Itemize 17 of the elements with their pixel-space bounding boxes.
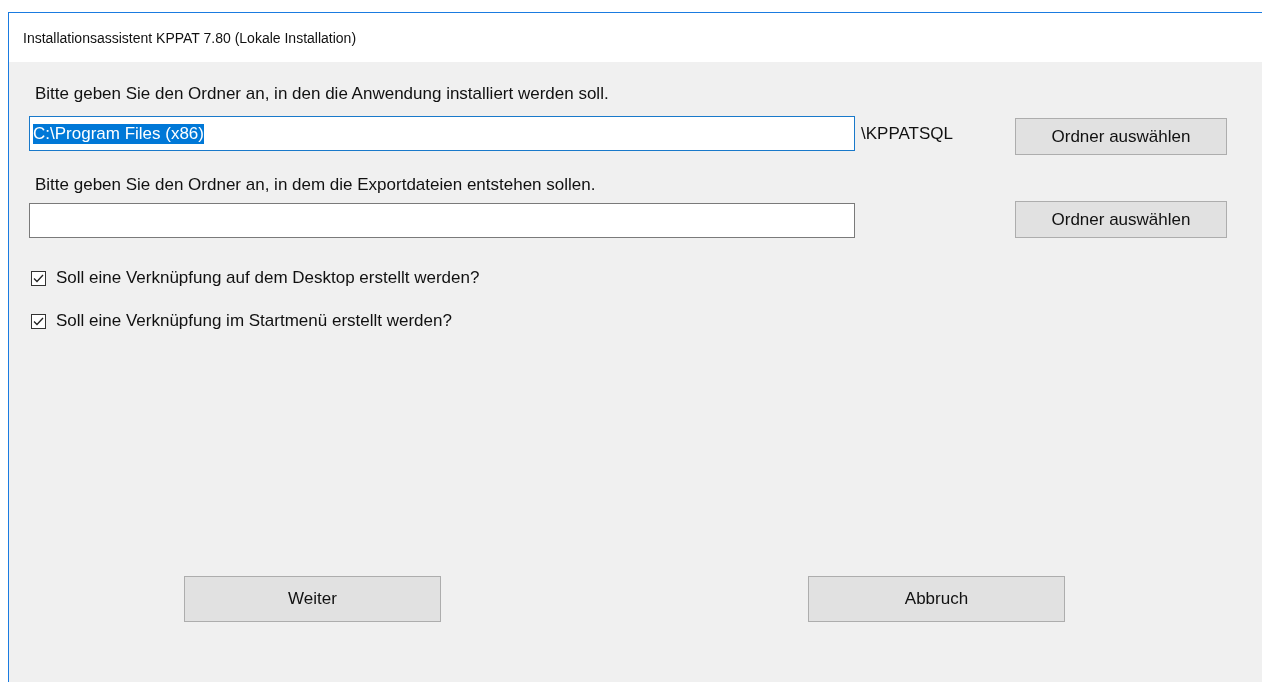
folder-suffix-text: \KPPATSQL — [860, 123, 954, 144]
cancel-button[interactable]: Abbruch — [808, 576, 1065, 622]
checkbox[interactable] — [31, 270, 46, 286]
checkmark-icon — [33, 273, 44, 283]
checkbox-label: Soll eine Verknüpfung auf dem Desktop erstellt werden? — [56, 268, 480, 288]
folder-input-field[interactable] — [29, 203, 855, 238]
instruction-text: Bitte geben Sie den Ordner an, in den die Anwendung installiert werden soll. — [35, 84, 610, 104]
checkmark-icon — [33, 316, 44, 326]
next-button[interactable]: Weiter — [184, 576, 441, 622]
checkbox-label: Soll eine Verknüpfung im Startmenü erstellt werden? — [56, 311, 452, 331]
checkbox[interactable] — [31, 313, 46, 329]
browse-button[interactable]: Ordner auswählen — [1015, 201, 1227, 238]
instruction-text: Bitte geben Sie den Ordner an, in dem die Exportdateien entstehen sollen. — [35, 175, 597, 195]
browse-button[interactable]: Ordner auswählen — [1015, 118, 1227, 155]
folder-input-field[interactable]: C:\Program Files (x86) — [29, 116, 855, 151]
folder-path-text: C:\Program Files (x86) — [33, 123, 204, 144]
window-title: Installationsassistent KPPAT 7.80 (Lokale Installation) — [23, 29, 357, 46]
